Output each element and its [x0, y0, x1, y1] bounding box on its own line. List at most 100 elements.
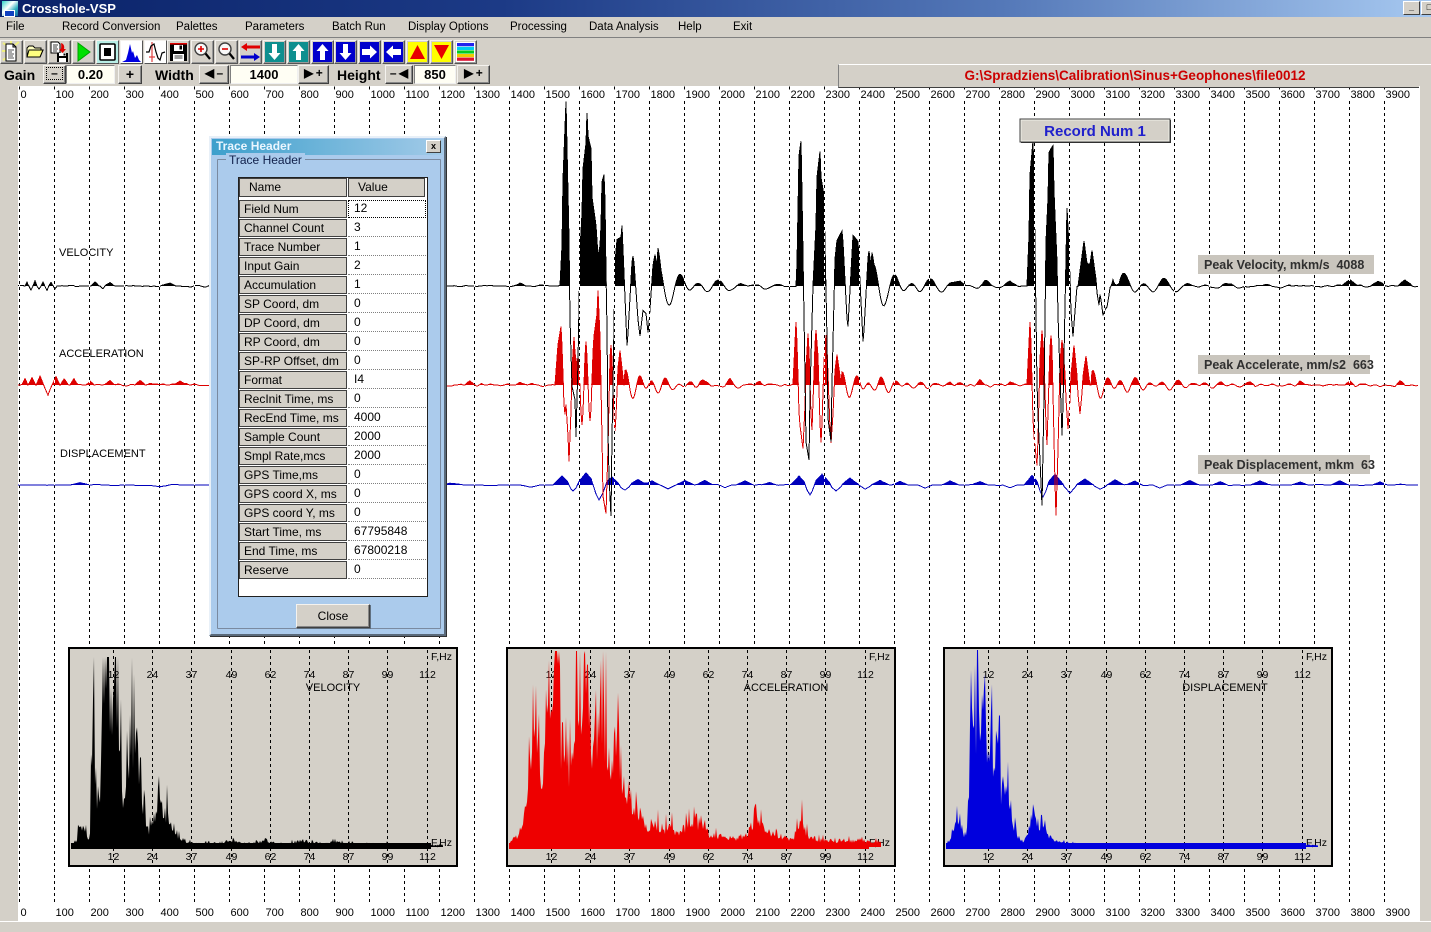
svg-text:37: 37 [186, 851, 198, 863]
svg-text:74: 74 [304, 851, 316, 863]
svg-text:74: 74 [1179, 851, 1191, 863]
svg-text:3300: 3300 [1176, 907, 1200, 919]
svg-text:600: 600 [231, 89, 249, 101]
svg-text:2700: 2700 [966, 907, 990, 919]
svg-text:2400: 2400 [861, 907, 885, 919]
svg-text:Peak Accelerate, mm/s2 663: Peak Accelerate, mm/s2 663 [1204, 358, 1374, 372]
svg-text:2500: 2500 [896, 89, 920, 101]
svg-text:200: 200 [91, 89, 109, 101]
svg-text:1900: 1900 [686, 907, 710, 919]
svg-text:2900: 2900 [1036, 907, 1060, 919]
svg-text:62: 62 [265, 851, 277, 863]
svg-text:37: 37 [624, 669, 636, 681]
svg-text:74: 74 [1179, 669, 1191, 681]
svg-text:2700: 2700 [966, 89, 990, 101]
svg-text:2000: 2000 [721, 89, 745, 101]
svg-text:300: 300 [126, 89, 144, 101]
svg-text:Record Num 1: Record Num 1 [1044, 123, 1146, 140]
svg-text:2100: 2100 [756, 89, 780, 101]
svg-text:37: 37 [1061, 851, 1073, 863]
svg-text:49: 49 [664, 851, 676, 863]
svg-text:DISPLACEMENT: DISPLACEMENT [60, 448, 146, 460]
svg-text:1700: 1700 [616, 907, 640, 919]
svg-text:1800: 1800 [651, 89, 675, 101]
svg-text:1800: 1800 [651, 907, 675, 919]
svg-text:2800: 2800 [1001, 89, 1025, 101]
svg-text:3400: 3400 [1211, 89, 1235, 101]
svg-text:1000: 1000 [371, 907, 395, 919]
svg-text:99: 99 [382, 851, 394, 863]
svg-text:24: 24 [1022, 851, 1034, 863]
svg-text:F,Hz: F,Hz [431, 651, 452, 663]
svg-text:112: 112 [419, 669, 436, 681]
svg-text:1200: 1200 [441, 89, 465, 101]
svg-text:62: 62 [703, 851, 715, 863]
svg-text:700: 700 [266, 89, 284, 101]
svg-text:112: 112 [857, 851, 874, 863]
svg-text:600: 600 [231, 907, 249, 919]
svg-text:F,Hz: F,Hz [869, 651, 890, 663]
svg-text:3500: 3500 [1246, 907, 1270, 919]
svg-text:49: 49 [664, 669, 676, 681]
svg-text:400: 400 [161, 89, 179, 101]
svg-text:87: 87 [781, 669, 793, 681]
svg-text:1500: 1500 [546, 89, 570, 101]
svg-text:ACCELERATION: ACCELERATION [744, 682, 829, 694]
svg-text:3700: 3700 [1316, 907, 1340, 919]
svg-text:3600: 3600 [1281, 89, 1305, 101]
svg-text:F,Hz: F,Hz [431, 837, 452, 849]
svg-text:DISPLACEMENT: DISPLACEMENT [1182, 682, 1268, 694]
svg-text:800: 800 [301, 89, 319, 101]
svg-text:2100: 2100 [756, 907, 780, 919]
svg-text:99: 99 [1257, 851, 1269, 863]
svg-text:3800: 3800 [1351, 907, 1375, 919]
svg-text:1900: 1900 [686, 89, 710, 101]
svg-text:1100: 1100 [406, 89, 430, 101]
svg-text:500: 500 [196, 907, 214, 919]
svg-text:1600: 1600 [581, 89, 605, 101]
svg-text:3000: 3000 [1071, 907, 1095, 919]
svg-text:Peak Displacement, mkm 63: Peak Displacement, mkm 63 [1204, 458, 1375, 472]
svg-text:49: 49 [226, 669, 238, 681]
svg-text:2400: 2400 [861, 89, 885, 101]
svg-text:62: 62 [703, 669, 715, 681]
svg-text:49: 49 [1101, 851, 1113, 863]
svg-text:24: 24 [585, 669, 597, 681]
svg-text:200: 200 [91, 907, 109, 919]
svg-text:3500: 3500 [1246, 89, 1270, 101]
svg-text:0: 0 [21, 907, 27, 919]
svg-text:300: 300 [126, 907, 144, 919]
svg-text:112: 112 [1294, 669, 1311, 681]
svg-text:500: 500 [196, 89, 214, 101]
svg-text:3200: 3200 [1141, 907, 1165, 919]
svg-text:3800: 3800 [1351, 89, 1375, 101]
svg-text:37: 37 [1061, 669, 1073, 681]
svg-text:1500: 1500 [546, 907, 570, 919]
svg-text:87: 87 [343, 851, 355, 863]
svg-text:1400: 1400 [511, 907, 535, 919]
svg-text:3900: 3900 [1386, 907, 1410, 919]
svg-text:700: 700 [266, 907, 284, 919]
svg-text:112: 112 [1294, 851, 1311, 863]
svg-text:3900: 3900 [1386, 89, 1410, 101]
svg-text:900: 900 [336, 89, 354, 101]
svg-text:49: 49 [1101, 669, 1113, 681]
svg-text:3100: 3100 [1106, 907, 1130, 919]
svg-text:400: 400 [161, 907, 179, 919]
svg-text:3600: 3600 [1281, 907, 1305, 919]
svg-text:24: 24 [585, 851, 597, 863]
svg-text:2300: 2300 [826, 907, 850, 919]
svg-text:2500: 2500 [896, 907, 920, 919]
svg-text:62: 62 [1140, 669, 1152, 681]
svg-text:2600: 2600 [931, 907, 955, 919]
svg-text:VELOCITY: VELOCITY [306, 682, 361, 694]
svg-text:99: 99 [820, 851, 832, 863]
svg-text:F,Hz: F,Hz [1306, 837, 1327, 849]
svg-text:2800: 2800 [1001, 907, 1025, 919]
svg-text:87: 87 [1218, 851, 1230, 863]
svg-text:100: 100 [56, 907, 74, 919]
svg-text:74: 74 [742, 669, 754, 681]
svg-text:2000: 2000 [721, 907, 745, 919]
svg-text:2300: 2300 [826, 89, 850, 101]
svg-text:900: 900 [336, 907, 354, 919]
